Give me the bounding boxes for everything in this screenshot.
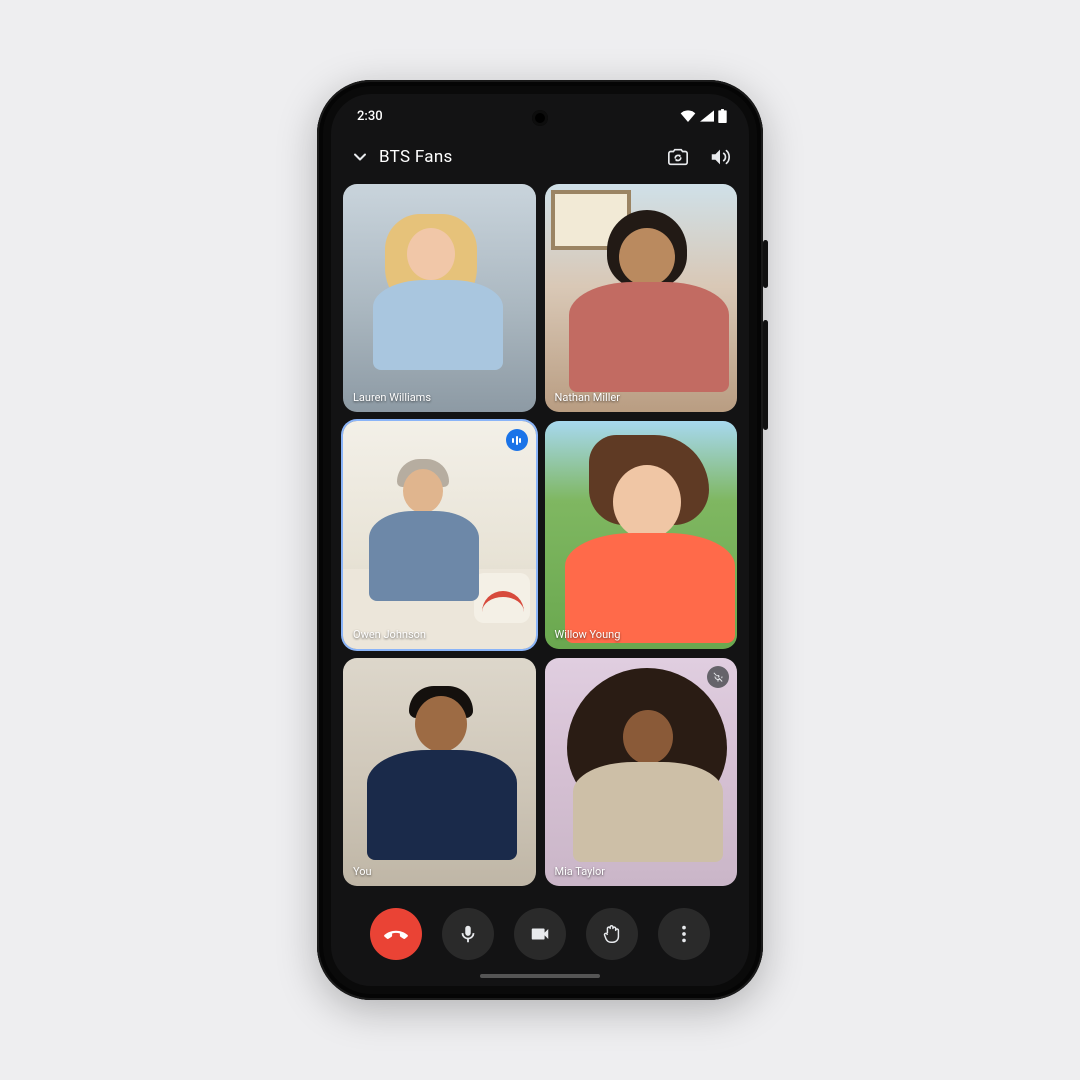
participant-name: Lauren Williams xyxy=(353,391,431,404)
camera-hole xyxy=(532,110,548,126)
participant-name: Nathan Miller xyxy=(555,391,620,404)
battery-icon xyxy=(718,109,727,123)
volume-button xyxy=(763,320,768,430)
participant-tile-self[interactable]: You xyxy=(343,658,536,886)
speaking-indicator-icon xyxy=(506,429,528,451)
muted-indicator-icon xyxy=(707,666,729,688)
power-button xyxy=(763,240,768,288)
raise-hand-icon xyxy=(601,923,623,945)
end-call-button[interactable] xyxy=(370,908,422,960)
chevron-down-icon xyxy=(350,147,370,167)
speaker-button[interactable] xyxy=(709,146,731,168)
raise-hand-button[interactable] xyxy=(586,908,638,960)
speaker-icon xyxy=(709,146,731,168)
participant-grid: Lauren Williams Nathan Miller Owen Johns… xyxy=(331,184,749,886)
camera-button[interactable] xyxy=(514,908,566,960)
wifi-icon xyxy=(680,110,696,122)
collapse-button[interactable] xyxy=(345,147,375,167)
phone-frame: 2:30 BTS Fans xyxy=(317,80,763,1000)
participant-tile[interactable]: Owen Johnson xyxy=(343,421,536,649)
participant-tile[interactable]: Nathan Miller xyxy=(545,184,738,412)
participant-tile[interactable]: Lauren Williams xyxy=(343,184,536,412)
screen: 2:30 BTS Fans xyxy=(331,94,749,986)
more-options-button[interactable] xyxy=(658,908,710,960)
participant-tile[interactable]: Mia Taylor xyxy=(545,658,738,886)
camera-switch-icon xyxy=(667,146,689,168)
signal-icon xyxy=(700,110,714,122)
call-title: BTS Fans xyxy=(375,147,667,167)
more-vertical-icon xyxy=(673,923,695,945)
mic-button[interactable] xyxy=(442,908,494,960)
participant-name: Mia Taylor xyxy=(555,865,606,878)
participant-name: Owen Johnson xyxy=(353,628,426,641)
participant-tile[interactable]: Willow Young xyxy=(545,421,738,649)
mic-icon xyxy=(457,923,479,945)
call-controls xyxy=(331,886,749,986)
status-indicators xyxy=(680,109,727,123)
camera-icon xyxy=(529,923,551,945)
call-header: BTS Fans xyxy=(331,138,749,184)
participant-name: Willow Young xyxy=(555,628,621,641)
switch-camera-button[interactable] xyxy=(667,146,689,168)
end-call-icon xyxy=(383,921,409,947)
participant-name: You xyxy=(353,865,372,878)
status-time: 2:30 xyxy=(357,109,383,124)
home-indicator[interactable] xyxy=(480,974,600,978)
